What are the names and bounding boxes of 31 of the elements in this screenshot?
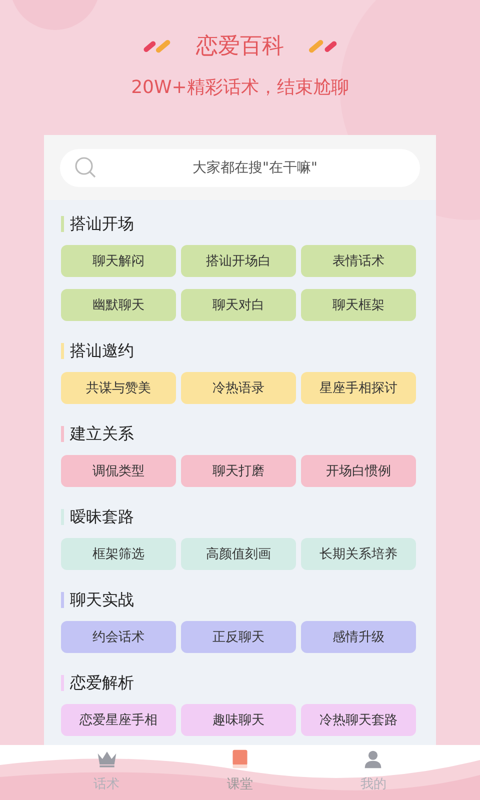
topic-button[interactable]: 趣味聊天 xyxy=(181,704,296,736)
topic-button[interactable]: 聊天解闷 xyxy=(61,245,176,277)
topic-button[interactable]: 高颜值刻画 xyxy=(181,538,296,570)
topic-button[interactable]: 正反聊天 xyxy=(181,621,296,653)
topic-button[interactable]: 感情升级 xyxy=(301,621,416,653)
section-title: 恋爱解析 xyxy=(70,672,134,694)
topic-button[interactable]: 聊天框架 xyxy=(301,289,416,321)
section-title: 搭讪邀约 xyxy=(70,340,134,362)
topic-button[interactable]: 表情话术 xyxy=(301,245,416,277)
topic-button[interactable]: 星座手相探讨 xyxy=(301,372,416,404)
topic-button[interactable]: 冷热语录 xyxy=(181,372,296,404)
topic-button[interactable]: 框架筛选 xyxy=(61,538,176,570)
crown-icon xyxy=(96,749,118,769)
section-title: 聊天实战 xyxy=(70,590,134,610)
topic-button[interactable]: 搭讪开场白 xyxy=(181,245,296,277)
topic-button[interactable]: 共谋与赞美 xyxy=(61,372,176,404)
section-title: 建立关系 xyxy=(70,424,134,444)
section-title: 暧昧套路 xyxy=(70,506,134,528)
topic-button[interactable]: 调侃类型 xyxy=(61,455,176,487)
section-title: 搭讪开场 xyxy=(70,214,134,234)
topic-button[interactable]: 约会话术 xyxy=(61,621,176,653)
topic-button[interactable]: 冷热聊天套路 xyxy=(301,704,416,736)
app-title: 恋爱百科 xyxy=(196,33,284,61)
app-subtitle: 20W+精彩话术，结束尬聊 xyxy=(131,76,349,100)
topic-button[interactable]: 聊天对白 xyxy=(181,289,296,321)
topic-button[interactable]: 聊天打磨 xyxy=(181,455,296,487)
topic-button[interactable]: 恋爱星座手相 xyxy=(61,704,176,736)
search-field[interactable]: 大家都在搜"在干嘛" xyxy=(60,148,420,186)
topic-button[interactable]: 长期关系培养 xyxy=(301,538,416,570)
topic-button[interactable]: 幽默聊天 xyxy=(61,289,176,321)
topic-button[interactable]: 开场白惯例 xyxy=(301,455,416,487)
